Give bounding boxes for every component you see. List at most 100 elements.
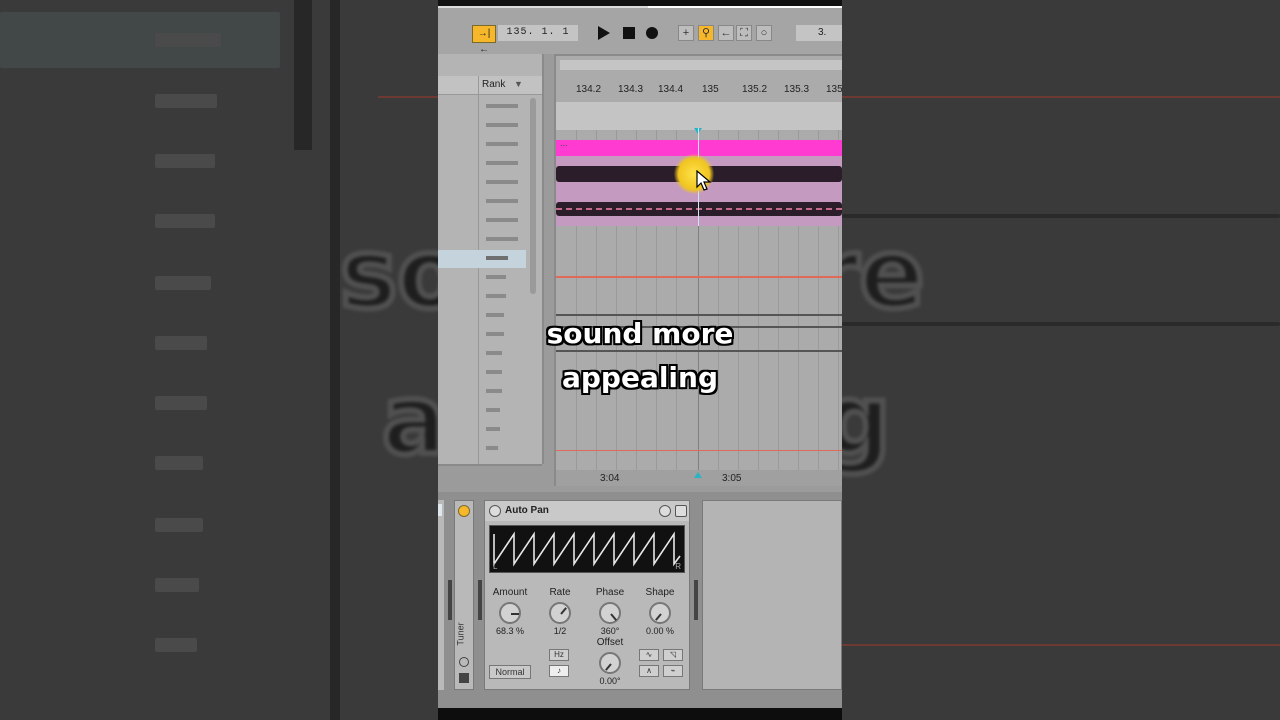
sort-arrow-icon[interactable]: ▼ [514,79,523,89]
waveform-saw-down-icon[interactable]: ◹ [663,649,683,661]
rank-bar [486,237,518,241]
blurred-row [155,578,199,592]
param-value[interactable]: 360° [585,626,635,636]
playhead-bottom-marker-icon [694,472,702,478]
follow-button[interactable]: →|← [472,25,496,55]
blurred-caption-right: re [842,215,927,333]
hz-mode-button[interactable]: Hz [549,649,569,661]
offset-knob[interactable] [599,652,621,674]
selected-row[interactable] [438,250,526,268]
param-value[interactable]: 1/2 [535,626,585,636]
device-drop-area[interactable] [702,500,842,690]
param-name: Amount [492,587,528,598]
ruler-tick: 135.2 [742,84,768,95]
play-icon[interactable] [598,26,610,40]
blurred-caption-left-2: a [379,361,438,479]
tuner-save-icon[interactable] [459,673,469,683]
rank-bar [486,294,506,298]
knob-indicator [655,613,662,621]
browser-panel: Rank ▼ [438,54,544,466]
rank-bar [486,427,500,431]
blurred-row [155,396,207,410]
param-name: Phase [595,587,625,598]
back-to-arrangement-icon[interactable]: ← [718,25,734,41]
save-preset-icon[interactable] [675,505,687,517]
knob-indicator [605,663,612,671]
previous-device-edge [438,500,444,690]
stop-icon[interactable] [623,27,635,39]
rank-bar [486,199,518,203]
shape-param: Shape 0.00 % [635,587,685,636]
ruler-tick: 134.2 [576,84,602,95]
beat-sync-button[interactable]: ♪ [549,665,569,677]
rank-bar [486,123,518,127]
param-value[interactable]: 0.00° [585,676,635,686]
rank-bar [486,446,498,450]
scope-right-label: R [675,562,681,571]
param-value[interactable]: 68.3 % [485,626,535,636]
rank-bar [486,275,506,279]
blurred-redline [378,96,438,98]
sawtooth-wave-icon [493,531,681,567]
waveform-triangle-icon[interactable]: ∧ [639,665,659,677]
level-meter [448,580,452,620]
knob-indicator [560,607,567,615]
song-position[interactable]: 135. 1. 1 [498,25,578,41]
rate-param: Rate 1/2 [535,587,585,636]
level-meter [478,580,482,620]
waveform-dash [556,208,842,210]
param-value[interactable]: 0.00 % [635,626,685,636]
tuner-label: Tuner [455,622,466,646]
record-icon[interactable] [646,27,658,39]
beat-ruler[interactable]: 134.2 134.3 134.4 135 135.2 135.3 135 [556,84,842,100]
blurred-caption-left: so [337,215,438,333]
rank-bar [486,256,508,260]
rank-bar [486,104,518,108]
arrangement-scrollbar[interactable] [560,60,842,70]
blurred-row [155,214,215,228]
tuner-power-icon[interactable] [458,505,470,517]
automation-line[interactable] [556,450,842,451]
rank-bar [486,218,518,222]
browser-scrollbar[interactable] [530,98,536,294]
shape-knob[interactable] [649,602,671,624]
blurred-background-right: re g [842,0,1280,720]
device-title-bar[interactable]: Auto Pan [485,501,689,521]
param-name: Rate [549,587,571,598]
ruler-tick: 134.3 [618,84,644,95]
mode-selector[interactable]: Normal [489,665,531,679]
amount-knob[interactable] [499,602,521,624]
automation-arm-icon[interactable]: ⚲ [698,25,714,41]
phase-knob[interactable] [599,602,621,624]
blurred-row [155,94,217,108]
mouse-cursor-icon [696,170,712,191]
offset-param: Offset 0.00° [585,637,635,686]
scrub-area[interactable] [556,102,842,130]
loop-position[interactable]: 3. [796,25,842,41]
device-power-icon[interactable] [489,505,501,517]
rank-column-header[interactable]: Rank [482,79,505,90]
tuner-hotswap-icon[interactable] [459,657,469,667]
waveform-sine-icon[interactable]: ∿ [639,649,659,661]
video-bottom-bar [438,708,842,720]
blurred-row [155,276,211,290]
time-label: 3:05 [722,473,742,484]
rank-bar [486,161,518,165]
loop-icon[interactable]: ○ [756,25,772,41]
knob-indicator [610,613,617,621]
blurred-row [155,154,215,168]
rate-knob[interactable] [549,602,571,624]
tuner-device[interactable]: Tuner [454,500,474,690]
audio-clip-header[interactable]: ... [556,138,842,156]
blurred-row [155,33,221,47]
punch-icon[interactable]: ⛶ [736,25,752,41]
ruler-tick: 135 [826,84,842,95]
automation-line[interactable] [556,276,842,278]
add-icon[interactable]: + [678,25,694,41]
waveform-random-icon[interactable]: ⌁ [663,665,683,677]
caption-line-1: sound more [546,317,734,350]
caption-line-2: appealing [561,361,719,394]
hotswap-icon[interactable] [659,505,671,517]
blurred-redline [842,96,1280,98]
amount-param: Amount 68.3 % [485,587,535,636]
